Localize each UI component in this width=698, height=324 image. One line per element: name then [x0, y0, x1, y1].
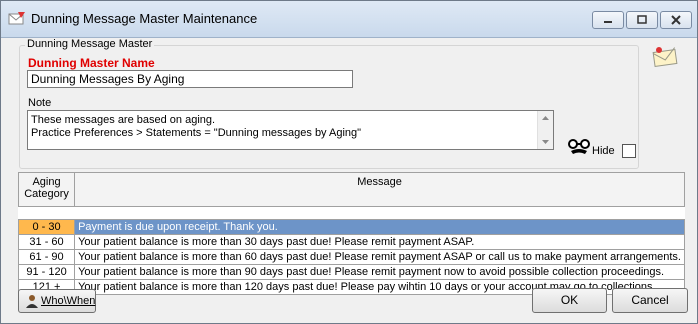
close-button[interactable] [660, 11, 692, 29]
mail-icon [651, 43, 679, 72]
column-header-message[interactable]: Message [74, 172, 685, 207]
disguise-glasses-icon [566, 138, 592, 159]
dunning-master-name-input[interactable]: Dunning Messages By Aging [27, 70, 353, 88]
aging-category-cell[interactable]: 61 - 90 [17, 249, 76, 265]
restore-button[interactable] [626, 11, 658, 29]
ok-button[interactable]: OK [532, 288, 607, 313]
window-title: Dunning Message Master Maintenance [31, 11, 258, 26]
note-text: These messages are based on aging. Pract… [31, 114, 362, 139]
message-cell[interactable]: Your patient balance is more than 90 day… [74, 264, 685, 280]
table-row[interactable]: 61 - 90 Your patient balance is more tha… [17, 249, 685, 265]
who-when-label: Who\When [41, 295, 96, 307]
title-bar[interactable]: Dunning Message Master Maintenance [1, 1, 697, 38]
dunning-message-window: Dunning Message Master Maintenance Dunni… [0, 0, 698, 324]
grid-spacer-row [18, 206, 685, 220]
envelope-app-icon [8, 10, 26, 26]
hide-checkbox[interactable] [622, 144, 636, 158]
aging-message-grid: Aging Category Message 0 - 30 Payment is… [17, 172, 685, 295]
close-icon [671, 15, 681, 25]
group-title: Dunning Message Master [25, 38, 155, 50]
table-row[interactable]: 31 - 60 Your patient balance is more tha… [17, 234, 685, 250]
minimize-button[interactable] [592, 11, 624, 29]
message-cell[interactable]: Your patient balance is more than 30 day… [74, 234, 685, 250]
user-info-icon [25, 294, 39, 311]
restore-icon [637, 15, 647, 24]
dunning-master-name-label: Dunning Master Name [28, 56, 155, 70]
scroll-arrows-icon [542, 116, 549, 144]
aging-category-cell[interactable]: 31 - 60 [17, 234, 76, 250]
aging-category-cell[interactable]: 0 - 30 [17, 219, 76, 235]
message-cell[interactable]: Your patient balance is more than 60 day… [74, 249, 685, 265]
note-scrollbar[interactable] [537, 111, 553, 149]
aging-category-cell[interactable]: 91 - 120 [17, 264, 76, 280]
table-row[interactable]: 91 - 120 Your patient balance is more th… [17, 264, 685, 280]
table-row[interactable]: 0 - 30 Payment is due upon receipt. Than… [17, 219, 685, 235]
hide-label: Hide [592, 145, 615, 157]
message-cell[interactable]: Payment is due upon receipt. Thank you. [74, 219, 685, 235]
note-textarea[interactable]: These messages are based on aging. Pract… [27, 110, 554, 150]
minimize-icon [604, 21, 612, 23]
column-header-aging-category[interactable]: Aging Category [17, 172, 76, 207]
who-when-button[interactable]: Who\When [18, 289, 96, 313]
cancel-button[interactable]: Cancel [612, 288, 688, 313]
note-label: Note [28, 97, 52, 109]
